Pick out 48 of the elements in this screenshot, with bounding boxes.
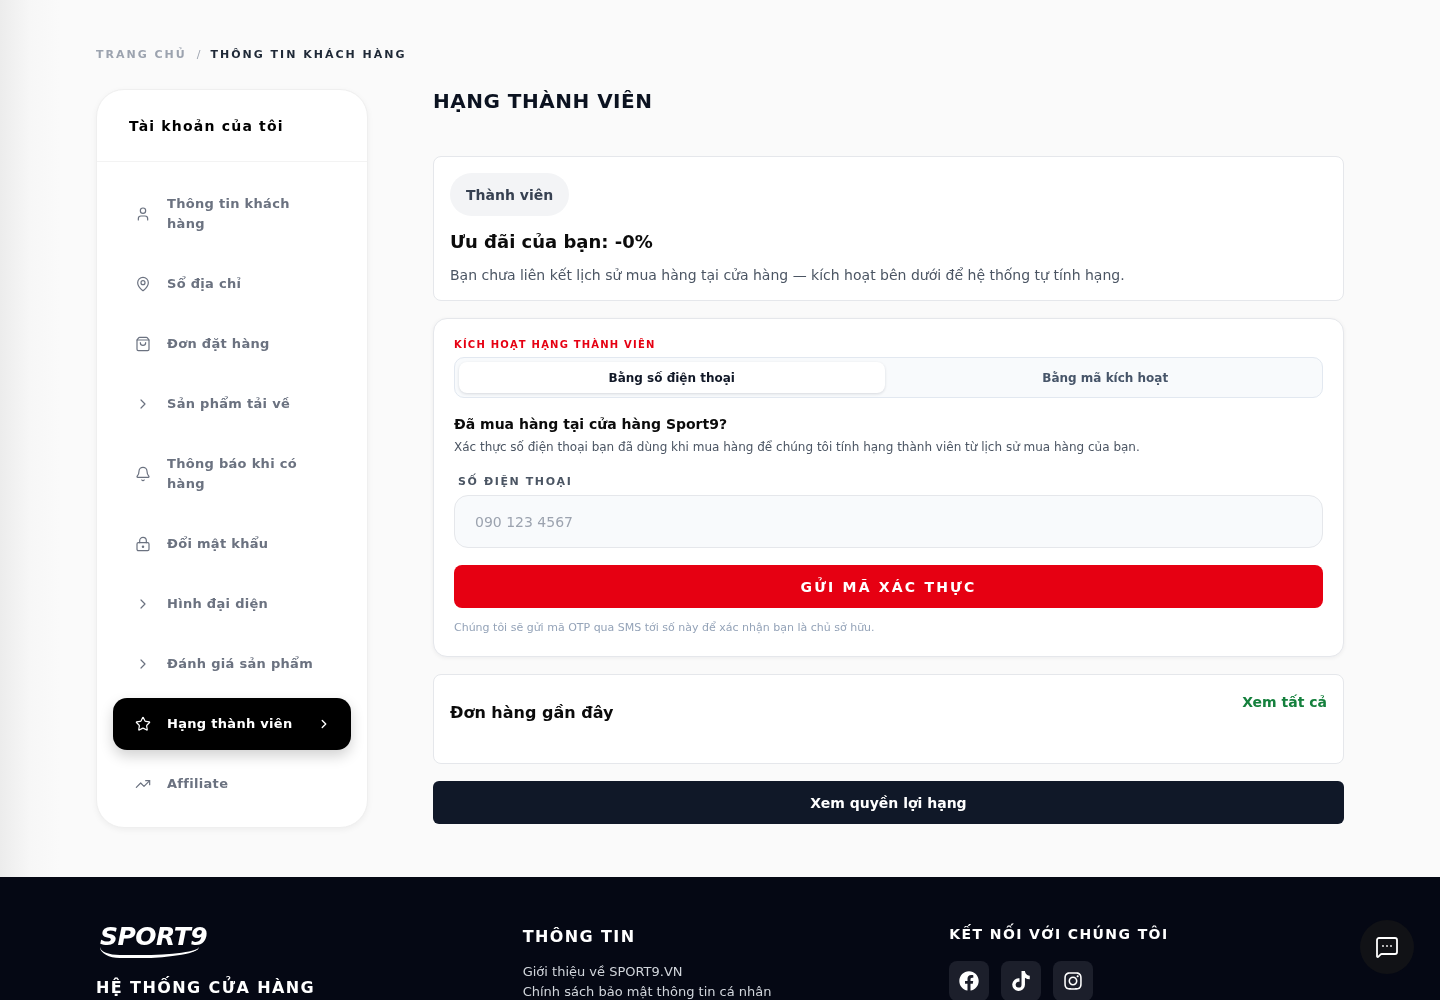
activation-description: Xác thực số điện thoại bạn đã dùng khi mua hàng để chúng tôi tính hạng thành viên từ lịch sử mua hàng của bạn. [454,439,1141,455]
facebook-icon [959,971,980,991]
sidebar-item[interactable]: Sổ địa chỉ [113,258,351,310]
field-label: SỐ ĐIỆN THOẠI [458,475,574,489]
tier-description: Bạn chưa liên kết lịch sử mua hàng tại cửa hàng — kích hoạt bên dưới để hệ thống tự tính hạng. [450,266,1126,285]
phone-input[interactable]: 090 123 4567 [454,495,1323,548]
sidebar-item[interactable]: Sản phẩm tải về [113,378,351,430]
method-tab[interactable]: Bằng mã kích hoạt [892,362,1318,393]
discount-text: Ưu đãi của bạn: -0% [450,231,654,253]
send-code-button[interactable]: GỬI MÃ XÁC THỰC [454,565,1323,608]
person-icon [135,206,151,222]
footer-heading: THÔNG TIN [522,927,636,947]
tiktok-icon [1011,971,1032,991]
brand-logo: SPORT9 [100,923,208,958]
activation-heading: Đã mua hàng tại cửa hàng Sport9? [454,415,729,434]
tiktok-link[interactable] [1001,961,1042,1000]
otp-note: Chúng tôi sẽ gửi mã OTP qua SMS tới số này để xác nhận bạn là chủ sở hữu. [454,621,876,635]
sidebar-item[interactable]: Đổi mật khẩu [113,518,351,570]
instagram-icon [1063,971,1084,991]
sidebar-item[interactable]: Đánh giá sản phẩm [113,638,351,690]
sidebar-item[interactable]: Đơn đặt hàng [113,318,351,370]
instagram-link[interactable] [1053,961,1094,1000]
footer-heading: KẾT NỐI VỚI CHÚNG TÔI [949,925,1169,943]
chat-icon [1375,935,1399,959]
bag-icon [135,336,151,352]
sidebar-item[interactable]: Affiliate [113,758,351,810]
tier-badge: Thành viên [450,173,570,216]
page-title: HẠNG THÀNH VIÊN [433,89,654,113]
breadcrumb-separator: / [196,47,201,63]
sidebar-item[interactable]: Thông tin khách hàng [113,178,351,250]
lock-icon [135,536,151,552]
map-pin-icon [135,276,151,292]
sidebar-item[interactable]: Hình đại diện [113,578,351,630]
breadcrumb-current: THÔNG TIN KHÁCH HÀNG [210,47,407,63]
view-all-link[interactable]: Xem tất cả [1242,692,1327,712]
sidebar-item[interactable]: Hạng thành viên [113,698,351,750]
star-icon [135,716,151,732]
bell-icon [135,466,151,482]
method-tab[interactable]: Bằng số điện thoại [459,362,885,393]
sidebar-title: Tài khoản của tôi [129,117,284,134]
sidebar-item[interactable]: Thông báo khi có hàng [113,438,351,510]
recent-orders-title: Đơn hàng gần đây [450,702,614,724]
section-label: KÍCH HOẠT HẠNG THÀNH VIÊN [454,338,657,352]
facebook-link[interactable] [949,961,990,1000]
footer-link[interactable]: Giới thiệu về SPORT9.VN [522,963,683,980]
benefits-button[interactable]: Xem quyền lợi hạng [433,781,1344,824]
footer-link[interactable]: Chính sách bảo mật thông tin cá nhân [522,983,772,1000]
breadcrumb-link[interactable]: TRANG CHỦ [96,46,187,64]
